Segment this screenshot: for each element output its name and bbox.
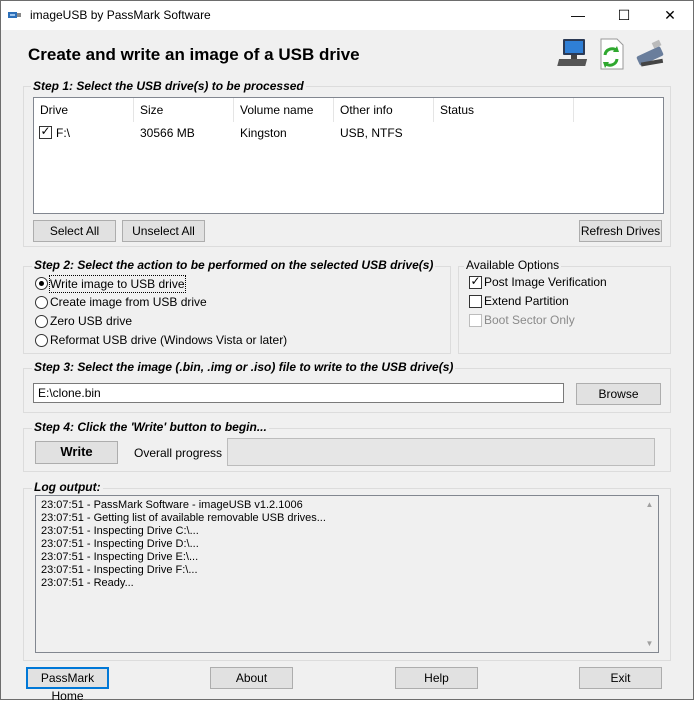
select-all-label: Select All [49,224,100,238]
usb-drive-icon [636,39,664,67]
passmark-home-label: PassMark Home [40,671,95,703]
computer-icon [557,39,588,66]
step1-label: Step 1: Select the USB drive(s) to be pr… [31,79,306,93]
log-output[interactable]: 23:07:51 - PassMark Software - imageUSB … [35,495,659,653]
log-line: 23:07:51 - Getting list of available rem… [41,512,326,524]
post-verify-label[interactable]: Post Image Verification [484,274,607,290]
radio-reformat-label[interactable]: Reformat USB drive (Windows Vista or lat… [50,332,287,348]
radio-write-label[interactable]: Write image to USB drive [49,275,186,293]
radio-zero-label[interactable]: Zero USB drive [50,313,132,329]
radio-reformat[interactable] [35,334,48,347]
exit-label: Exit [610,671,631,685]
check-icon: ✓ [470,274,481,288]
log-lines: 23:07:51 - PassMark Software - imageUSB … [36,496,658,590]
log-label: Log output: [32,480,103,494]
about-button[interactable]: About [210,667,293,689]
browse-button[interactable]: Browse [576,383,661,405]
passmark-home-button[interactable]: PassMark Home [26,667,109,703]
radio-create-label[interactable]: Create image from USB drive [50,294,207,310]
info-cell: USB, NTFS [340,126,403,140]
maximize-button[interactable]: ☐ [601,1,647,30]
title-bar[interactable]: imageUSB by PassMark Software — ☐ ✕ [1,1,693,30]
refresh-drives-label: Refresh Drives [580,224,661,238]
maximize-icon: ☐ [617,7,631,23]
refresh-drives-button[interactable]: Refresh Drives [579,220,662,242]
help-label: Help [424,671,449,685]
post-verify-checkbox[interactable]: ✓ [469,274,482,289]
unselect-all-button[interactable]: Unselect All [122,220,205,242]
drive-list[interactable]: Drive Size Volume name Other info Status… [33,97,664,214]
column-header-drive[interactable]: Drive [34,98,134,122]
minimize-button[interactable]: — [555,1,601,30]
available-options-label: Available Options [464,258,562,272]
radio-write[interactable] [35,277,48,290]
header-icons [557,38,664,70]
log-line: 23:07:51 - Inspecting Drive D:\... [41,538,199,550]
exit-button[interactable]: Exit [579,667,662,689]
extend-partition-checkbox[interactable] [469,295,482,308]
write-label: Write [60,444,93,459]
boot-sector-checkbox [469,314,482,327]
column-header-info[interactable]: Other info [334,98,434,122]
minimize-icon: — [571,7,585,23]
log-line: 23:07:51 - PassMark Software - imageUSB … [41,499,303,511]
write-button[interactable]: Write [35,441,118,464]
about-label: About [235,671,268,685]
overall-progress-label: Overall progress [134,446,223,460]
select-all-button[interactable]: Select All [33,220,116,242]
log-line: 23:07:51 - Inspecting Drive E:\... [41,551,199,563]
scroll-down-icon[interactable]: ▼ [641,635,658,652]
refresh-document-icon [600,38,624,70]
log-line: 23:07:51 - Ready... [41,577,134,589]
scroll-up-icon[interactable]: ▲ [641,496,658,513]
column-header-status[interactable]: Status [434,98,574,122]
column-header-size[interactable]: Size [134,98,234,122]
browse-label: Browse [598,387,639,401]
status-cell [434,125,440,141]
unselect-all-label: Unselect All [132,224,195,238]
log-line: 23:07:51 - Inspecting Drive F:\... [41,564,198,576]
size-cell: 30566 MB [140,126,195,140]
close-button[interactable]: ✕ [647,1,693,30]
overall-progress-bar [227,438,655,466]
log-line: 23:07:51 - Inspecting Drive C:\... [41,525,199,537]
column-header-volume[interactable]: Volume name [234,98,334,122]
window-title: imageUSB by PassMark Software [30,8,211,22]
page-heading: Create and write an image of a USB drive [28,45,360,64]
radio-zero[interactable] [35,315,48,328]
step2-label: Step 2: Select the action to be performe… [32,258,436,272]
image-path-input[interactable]: E:\clone.bin [33,383,564,403]
app-window: imageUSB by PassMark Software — ☐ ✕ Crea… [0,0,694,703]
boot-sector-label: Boot Sector Only [484,313,575,327]
extend-partition-label[interactable]: Extend Partition [484,293,569,309]
volume-cell: Kingston [240,126,287,140]
log-scrollbar[interactable]: ▲ ▼ [641,496,658,652]
help-button[interactable]: Help [395,667,478,689]
step4-label: Step 4: Click the 'Write' button to begi… [32,420,269,434]
app-icon [8,12,21,18]
drive-cell: F:\ [56,126,70,140]
step3-label: Step 3: Select the image (.bin, .img or … [32,360,456,374]
radio-create[interactable] [35,296,48,309]
close-icon: ✕ [664,7,676,23]
radio-dot [39,281,44,286]
